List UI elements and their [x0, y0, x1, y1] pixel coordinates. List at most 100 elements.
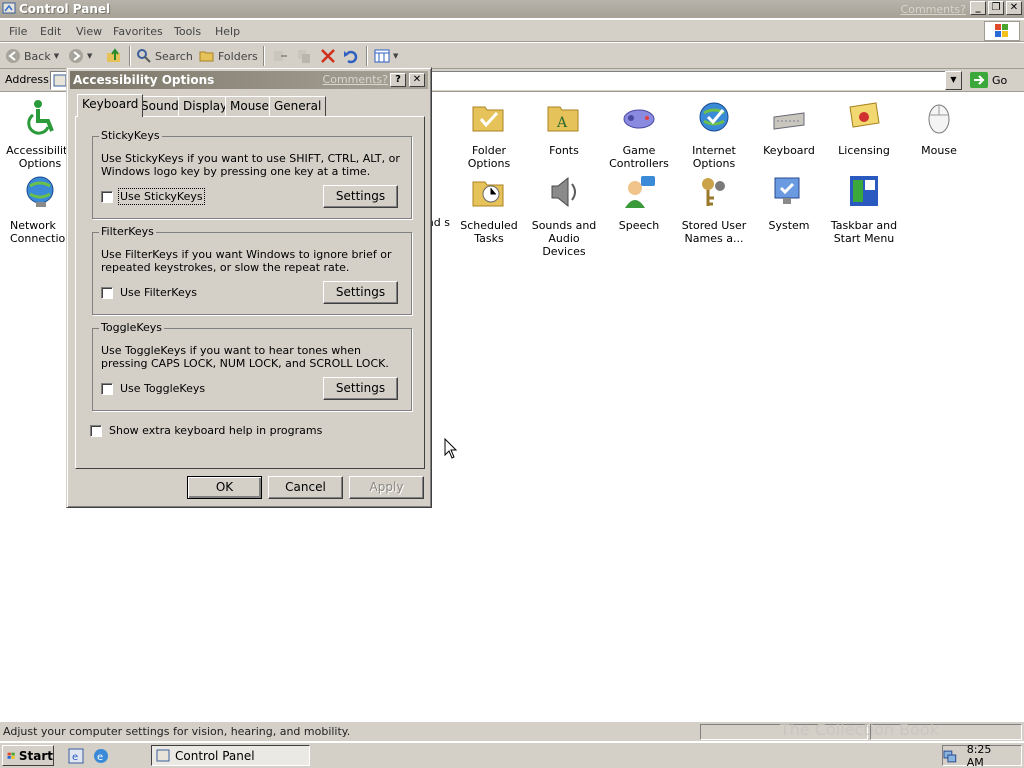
use-stickykeys-checkbox[interactable]: Use StickyKeys — [101, 188, 205, 205]
taskbar-button-control-panel[interactable]: Control Panel — [151, 745, 310, 766]
sounds-icon — [551, 176, 576, 208]
stickykeys-group: StickyKeys Use StickyKeys if you want to… — [92, 129, 412, 219]
system-tray: 8:25 AM — [942, 743, 1022, 768]
checkbox-box[interactable] — [101, 190, 113, 203]
minimize-button[interactable]: _ — [970, 1, 986, 15]
close-button[interactable]: ✕ — [1006, 1, 1022, 15]
maximize-button[interactable]: ❐ — [988, 1, 1004, 15]
internet-options-icon — [699, 102, 729, 132]
cp-item-label: Stored User Names a... — [681, 219, 747, 245]
undo-button[interactable] — [343, 47, 359, 65]
cp-item-sounds[interactable]: Sounds and Audio Devices — [526, 174, 602, 258]
forward-arrow-icon — [69, 49, 83, 63]
cp-item-label: Fonts — [549, 144, 579, 157]
group-description: Use StickyKeys if you want to use SHIFT,… — [101, 152, 400, 178]
dialog-comments-link[interactable]: Comments? — [323, 73, 388, 86]
cp-item-label: Internet Options — [692, 144, 736, 170]
views-button[interactable]: ▼ — [374, 47, 398, 65]
scheduled-tasks-icon — [472, 181, 504, 207]
back-label: Back — [24, 49, 51, 63]
search-button[interactable]: Search — [136, 47, 193, 65]
views-icon — [374, 49, 390, 63]
cp-item-game-controllers[interactable]: Game Controllers — [601, 99, 677, 170]
go-button[interactable]: Go — [970, 72, 1007, 88]
windows-logo-icon — [984, 21, 1020, 41]
folders-icon — [199, 51, 214, 62]
cp-item-licensing[interactable]: Licensing — [826, 99, 902, 157]
menu-view[interactable]: View — [76, 25, 102, 38]
menu-edit[interactable]: Edit — [40, 25, 61, 38]
network-icon — [26, 176, 54, 207]
ok-button[interactable]: OK — [187, 476, 262, 499]
mouse-icon — [928, 104, 950, 134]
folders-button[interactable]: Folders — [199, 47, 258, 65]
copy-to-icon — [298, 50, 310, 63]
cancel-button[interactable]: Cancel — [268, 476, 343, 499]
tray-network-icon[interactable] — [943, 749, 957, 763]
tab-general[interactable]: General — [269, 96, 327, 116]
checkbox-box[interactable] — [90, 424, 102, 437]
delete-button[interactable] — [320, 47, 336, 65]
menu-favorites[interactable]: Favorites — [113, 25, 163, 38]
menu-tools[interactable]: Tools — [174, 25, 201, 38]
dialog-close-button[interactable]: ✕ — [409, 73, 425, 87]
group-title: FilterKeys — [99, 225, 156, 238]
dialog-titlebar[interactable]: Accessibility Options Comments? ? ✕ — [70, 71, 428, 89]
tab-keyboard[interactable]: Keyboard — [77, 94, 144, 117]
cp-item-label: Sounds and Audio Devices — [531, 219, 597, 258]
start-button[interactable]: Start — [2, 745, 54, 766]
game-controller-icon — [623, 109, 655, 129]
copy-to-button[interactable] — [296, 47, 312, 65]
help-button[interactable]: ? — [390, 73, 406, 87]
extra-keyboard-help-checkbox[interactable]: Show extra keyboard help in programs — [90, 424, 322, 437]
up-folder-button[interactable] — [106, 47, 122, 65]
menu-help[interactable]: Help — [215, 25, 240, 38]
clock[interactable]: 8:25 AM — [967, 743, 1011, 768]
cp-item-label: Speech — [618, 219, 660, 232]
cp-item-scheduled-tasks[interactable]: Scheduled Tasks — [451, 174, 527, 245]
checkbox-label: Use ToggleKeys — [120, 382, 206, 395]
back-arrow-icon — [6, 49, 20, 63]
apply-button[interactable]: Apply — [349, 476, 424, 499]
svg-text:A: A — [556, 115, 568, 131]
group-description: Use FilterKeys if you want Windows to ig… — [101, 248, 392, 274]
start-label: Start — [18, 748, 53, 763]
quicklaunch-browser-icon[interactable]: e — [93, 748, 109, 764]
control-panel-small-icon — [156, 749, 170, 761]
back-button[interactable]: Back ▼ — [5, 47, 59, 65]
tab-mouse[interactable]: Mouse — [225, 96, 274, 116]
stickykeys-settings-button[interactable]: Settings — [323, 185, 398, 208]
cp-item-label: System — [768, 219, 810, 232]
cp-item-speech[interactable]: Speech — [601, 174, 677, 232]
quicklaunch-ie-icon[interactable]: e — [68, 748, 84, 764]
checkbox-label: Show extra keyboard help in programs — [109, 424, 323, 437]
svg-text:e: e — [72, 752, 78, 763]
window-titlebar[interactable]: Control Panel Comments? _ ❐ ✕ — [0, 0, 1024, 18]
cp-item-stored-user-names[interactable]: Stored User Names a... — [676, 174, 752, 245]
menu-file[interactable]: File — [9, 25, 27, 38]
system-icon — [774, 177, 800, 204]
cp-item-system[interactable]: System — [751, 174, 827, 232]
checkbox-label: Use FilterKeys — [120, 286, 197, 299]
stored-user-names-icon — [702, 178, 725, 206]
use-filterkeys-checkbox[interactable]: Use FilterKeys — [101, 286, 197, 299]
cp-item-taskbar[interactable]: Taskbar and Start Menu — [826, 174, 902, 245]
use-togglekeys-checkbox[interactable]: Use ToggleKeys — [101, 382, 205, 395]
comments-link[interactable]: Comments? — [901, 3, 966, 16]
checkbox-box[interactable] — [101, 382, 113, 395]
checkbox-box[interactable] — [101, 286, 113, 299]
svg-text:e: e — [97, 752, 103, 763]
cp-item-fonts[interactable]: A Fonts — [526, 99, 602, 157]
cp-item-internet-options[interactable]: Internet Options — [676, 99, 752, 170]
cp-item-keyboard[interactable]: Keyboard — [751, 99, 827, 157]
forward-button[interactable]: ▼ — [68, 47, 92, 65]
keyboard-tab-panel: StickyKeys Use StickyKeys if you want to… — [75, 116, 425, 469]
cp-item-label: Folder Options — [467, 144, 511, 170]
cp-item-folder-options[interactable]: Folder Options — [451, 99, 527, 170]
cp-item-mouse[interactable]: Mouse — [901, 99, 977, 157]
move-to-button[interactable] — [272, 47, 288, 65]
togglekeys-settings-button[interactable]: Settings — [323, 377, 398, 400]
filterkeys-settings-button[interactable]: Settings — [323, 281, 398, 304]
task-label: Control Panel — [175, 748, 255, 763]
address-dropdown-button[interactable]: ▼ — [945, 71, 962, 90]
